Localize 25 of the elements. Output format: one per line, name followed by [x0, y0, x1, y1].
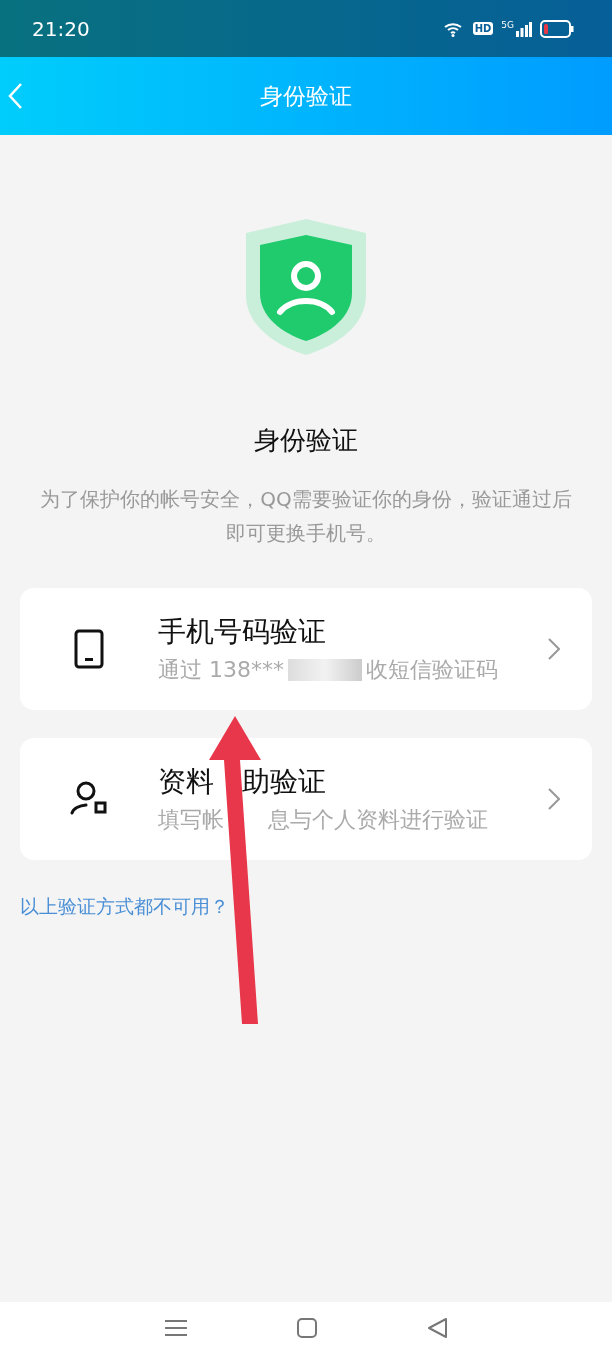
- option-title: 资料: [158, 765, 214, 799]
- option-description: 通过 138***: [158, 657, 284, 683]
- status-time: 21:20: [32, 16, 90, 41]
- home-icon[interactable]: [296, 1316, 318, 1339]
- chevron-right-icon: [548, 638, 560, 660]
- verification-option[interactable]: 资料 助验证 填写帐 息与个人资料进行验证: [20, 738, 592, 860]
- back-triangle-icon[interactable]: [426, 1316, 448, 1339]
- verification-option[interactable]: 手机号码验证 通过 138*** 收短信验证码: [20, 588, 592, 710]
- menu-icon[interactable]: [164, 1317, 188, 1338]
- hd-badge: HD: [472, 22, 494, 35]
- option-description: 收短信验证码: [366, 657, 498, 683]
- shield-user-icon: [246, 219, 366, 355]
- description-text: 为了保护你的帐号安全，QQ需要验证你的身份，验证通过后即可更换手机号。: [39, 486, 573, 547]
- nav-title: 身份验证: [260, 81, 352, 111]
- network-label: 5G: [501, 19, 514, 30]
- option-title: 助验证: [242, 765, 326, 799]
- person-icon: [70, 781, 108, 817]
- battery-icon: [540, 19, 574, 38]
- chevron-right-icon: [548, 788, 560, 810]
- option-description: 填写帐: [158, 807, 224, 833]
- option-description: 息与个人资料进行验证: [268, 807, 488, 833]
- page-heading: 身份验证: [254, 424, 358, 457]
- option-title: 手机号码验证: [158, 615, 326, 649]
- phone-icon: [74, 629, 104, 669]
- signal-icon: [516, 20, 532, 37]
